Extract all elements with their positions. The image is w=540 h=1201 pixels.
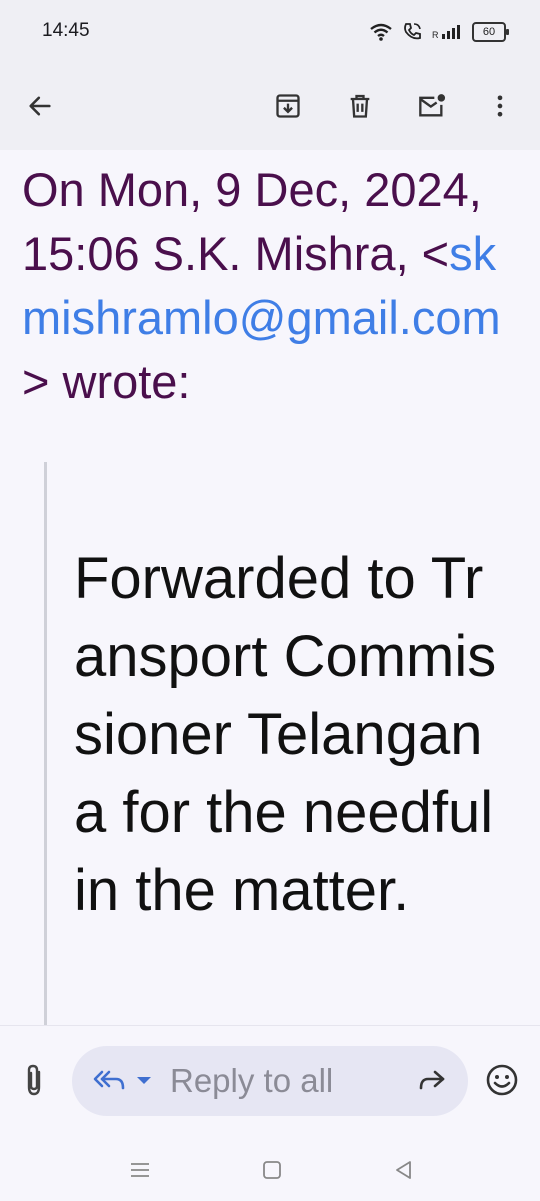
attach-icon bbox=[27, 1064, 41, 1096]
emoji-icon bbox=[486, 1064, 518, 1096]
attach-button[interactable] bbox=[14, 1056, 54, 1104]
back-triangle-icon bbox=[396, 1161, 411, 1179]
quoted-body: Forwarded to Transport Commissioner Tela… bbox=[74, 546, 497, 923]
quote-header: On Mon, 9 Dec, 2024, 15:06 S.K. Mishra, … bbox=[22, 158, 517, 414]
back-arrow-icon bbox=[29, 96, 51, 116]
more-options-button[interactable] bbox=[478, 84, 522, 128]
wifi-call-icon bbox=[404, 23, 421, 40]
svg-text:R: R bbox=[432, 30, 439, 40]
message-toolbar bbox=[0, 62, 540, 150]
system-nav-bar bbox=[0, 1140, 540, 1200]
quote-bar bbox=[44, 462, 47, 1025]
back-nav-button[interactable] bbox=[386, 1152, 422, 1188]
mark-unread-button[interactable] bbox=[410, 84, 454, 128]
message-body: On Mon, 9 Dec, 2024, 15:06 S.K. Mishra, … bbox=[0, 150, 540, 1025]
home-icon bbox=[263, 1161, 281, 1179]
more-vert-icon bbox=[497, 95, 503, 117]
archive-button[interactable] bbox=[266, 84, 310, 128]
reply-all-icon[interactable] bbox=[92, 1066, 126, 1096]
delete-button[interactable] bbox=[338, 84, 382, 128]
status-time: 14:45 bbox=[42, 20, 90, 41]
recents-nav-button[interactable] bbox=[122, 1152, 158, 1188]
battery-icon: 60 bbox=[472, 22, 509, 42]
mark-unread-icon bbox=[419, 94, 446, 117]
recents-icon bbox=[131, 1163, 149, 1177]
caret-down-icon[interactable] bbox=[136, 1076, 152, 1086]
signal-icon: R bbox=[432, 25, 460, 40]
quote-header-prefix: On Mon, 9 Dec, 2024, 15:06 S.K. Mishra, … bbox=[22, 163, 482, 280]
reply-input[interactable] bbox=[170, 1060, 390, 1102]
delete-icon bbox=[350, 94, 370, 118]
wifi-icon bbox=[370, 23, 392, 41]
emoji-button[interactable] bbox=[484, 1062, 520, 1103]
back-button[interactable] bbox=[18, 84, 62, 128]
status-bar: 14:45 R 60 bbox=[0, 0, 540, 62]
forward-icon[interactable] bbox=[416, 1066, 448, 1096]
archive-icon bbox=[276, 94, 300, 118]
status-icons: R 60 bbox=[370, 20, 509, 44]
reply-box[interactable] bbox=[72, 1046, 468, 1116]
home-nav-button[interactable] bbox=[254, 1152, 290, 1188]
quote-header-suffix: > wrote: bbox=[22, 355, 191, 408]
